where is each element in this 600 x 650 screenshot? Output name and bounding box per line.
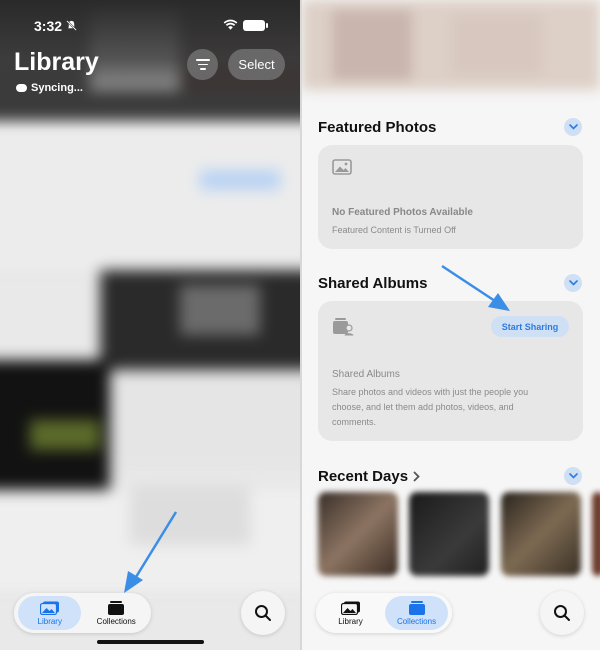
left-screen-library: 3:32 Library Syncing... Select Library C…	[0, 0, 300, 650]
annotation-arrow-start-sharing	[441, 264, 510, 311]
right-screen-collections: Featured Photos No Featured Photos Avail…	[302, 0, 600, 650]
annotation-arrow-collections	[124, 511, 178, 593]
